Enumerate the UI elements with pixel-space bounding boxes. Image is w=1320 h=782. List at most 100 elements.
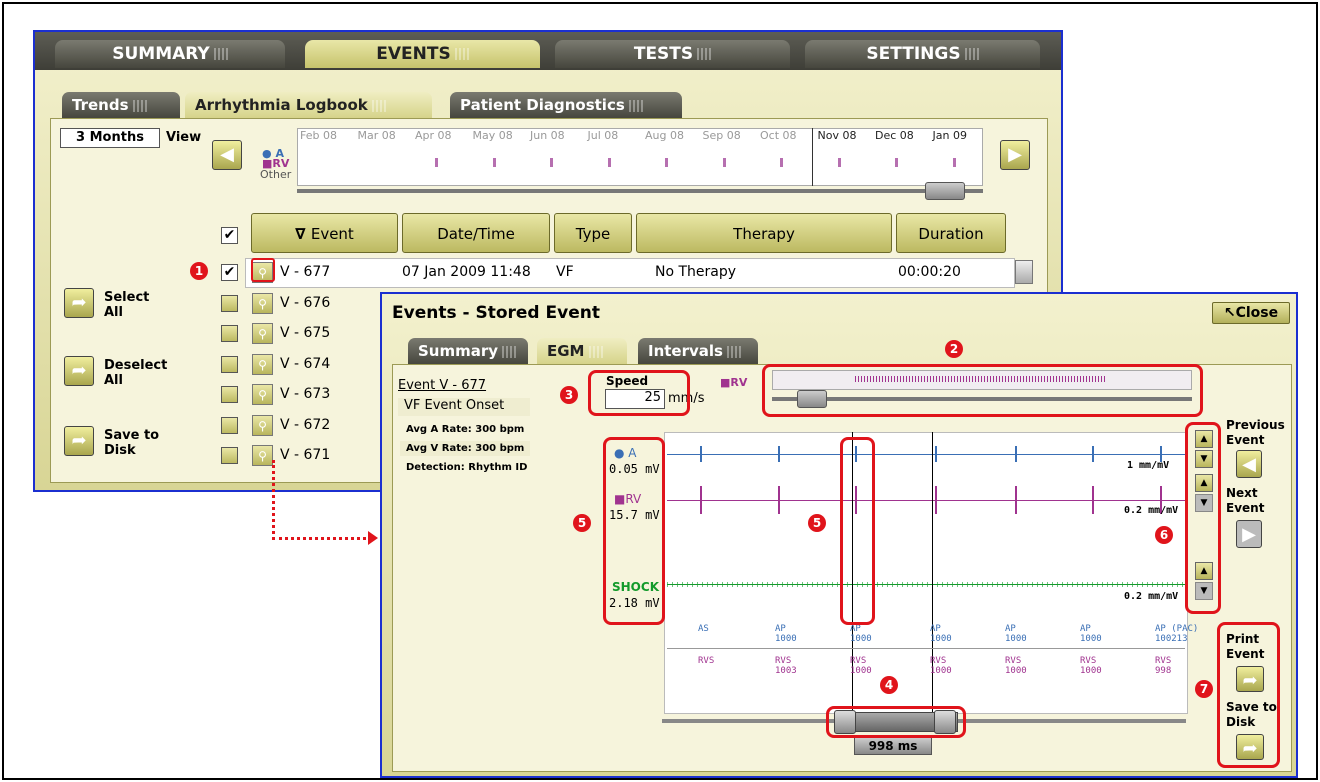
close-button[interactable]: ↖Close (1212, 302, 1290, 324)
magnifier-icon[interactable]: ⚲ (252, 353, 273, 375)
tab-settings[interactable]: SETTINGS (805, 40, 1040, 68)
egm-spike (1015, 486, 1017, 514)
timeline-month: Aug 08 (645, 129, 684, 142)
atrial-marker: AP 1000 (775, 624, 797, 644)
detail-avg-v: Avg V Rate: 300 bpm (400, 441, 530, 456)
trace-a (667, 454, 1185, 455)
col-type[interactable]: Type (554, 213, 632, 253)
side-button-label: Save to Disk (104, 428, 160, 458)
col-event[interactable]: ∇ Event (251, 213, 398, 253)
egm-spike (700, 446, 702, 462)
detail-avg-a: Avg A Rate: 300 bpm (406, 424, 525, 435)
ventricular-marker: RVS (698, 656, 715, 666)
row-event-id: V - 672 (280, 416, 331, 433)
timeline-prev-button[interactable]: ◀ (212, 140, 242, 170)
callout-box-7 (1217, 622, 1280, 768)
timeline-legend-other: Other (260, 168, 292, 181)
egm-spike (778, 446, 780, 462)
scale-rv: 0.2 mm/mV (1124, 505, 1179, 516)
callout-badge-2: 2 (945, 340, 963, 358)
first-row-therapy: No Therapy (655, 264, 737, 280)
timeline-slider-handle[interactable] (925, 182, 965, 200)
row-checkbox[interactable] (221, 355, 238, 373)
next-event-button[interactable]: ▶ (1236, 520, 1262, 548)
view-label: View (166, 130, 202, 145)
row-checkbox[interactable] (221, 294, 238, 312)
side-button-label: Deselect All (104, 358, 168, 388)
row-checkbox[interactable] (221, 416, 238, 434)
callout-badge-5b: 5 (808, 514, 826, 532)
timeline-month: Nov 08 (817, 129, 857, 142)
row-checkbox[interactable]: ✔ (221, 264, 238, 281)
timeline-slider-track[interactable] (297, 189, 983, 193)
caliper-readout: 998 ms (854, 737, 932, 755)
ventricular-marker: RVS 1000 (930, 656, 952, 676)
ventricular-marker: RVS 1000 (1080, 656, 1102, 676)
marker-axis (667, 648, 1185, 649)
timeline-month: Dec 08 (875, 129, 914, 142)
timeline-event-mark (435, 158, 438, 167)
magnifier-icon[interactable]: ⚲ (252, 323, 273, 344)
event-link[interactable]: Event V - 677 (398, 378, 486, 393)
ventricular-marker: RVS 1003 (775, 656, 797, 676)
timeline-event-mark (665, 158, 668, 167)
chevron-left-icon: ◀ (220, 144, 234, 165)
magnifier-icon[interactable]: ⚲ (252, 384, 273, 405)
row-checkbox[interactable] (221, 447, 238, 464)
egm-spike (1015, 446, 1017, 462)
ventricular-marker: RVS 1000 (850, 656, 872, 676)
egm-spike (700, 486, 702, 514)
timeline-event-mark (837, 158, 841, 167)
prev-event-button[interactable]: ◀ (1236, 450, 1262, 478)
egm-spike (935, 446, 937, 462)
dialog-tab-egm[interactable]: EGM (537, 338, 627, 364)
egm-spike (1092, 446, 1094, 462)
ventricular-marker: RVS 998 (1155, 656, 1172, 676)
row-event-id: V - 674 (280, 355, 331, 372)
subtab-patient-diagnostics[interactable]: Patient Diagnostics (450, 92, 682, 118)
col-therapy[interactable]: Therapy (636, 213, 892, 253)
row-event-id: V - 675 (280, 325, 331, 341)
arrow-right-icon: ➦ (71, 430, 87, 451)
range-select[interactable]: 3 Months (60, 128, 160, 148)
callout-badge-7: 7 (1195, 680, 1213, 698)
dialog-tab-intervals[interactable]: Intervals (638, 338, 758, 364)
save-to-disk-button[interactable]: ➦ (64, 426, 94, 456)
col-duration[interactable]: Duration (896, 213, 1006, 253)
egm-spike (778, 486, 780, 514)
atrial-marker: AP 1000 (930, 624, 952, 644)
dialog-tab-summary[interactable]: Summary (408, 338, 528, 364)
tab-tests[interactable]: TESTS (555, 40, 790, 68)
subtab-trends[interactable]: Trends (62, 92, 180, 118)
row-checkbox[interactable] (221, 386, 238, 403)
arrow-right-icon: ➦ (71, 360, 87, 381)
callout-box-5b (840, 437, 875, 625)
callout-badge-1: 1 (190, 262, 208, 280)
callout-box-5a (603, 437, 665, 625)
select-all-checkbox[interactable]: ✔ (221, 227, 238, 244)
magnifier-icon[interactable]: ⚲ (252, 414, 273, 436)
row-event-id: V - 671 (280, 447, 331, 463)
select-all-button[interactable]: ➦ (64, 288, 94, 318)
timeline-next-button[interactable]: ▶ (1000, 140, 1030, 170)
atrial-marker: AP 1000 (850, 624, 872, 644)
timeline-event-mark (607, 158, 611, 167)
row-checkbox[interactable] (221, 325, 238, 342)
table-scrollbar-up[interactable] (1015, 260, 1033, 284)
magnifier-icon[interactable]: ⚲ (252, 445, 273, 466)
first-row-duration: 00:00:20 (898, 264, 961, 280)
tab-events[interactable]: EVENTS (305, 40, 540, 68)
subtab-arrhythmia-logbook[interactable]: Arrhythmia Logbook (185, 92, 432, 118)
timeline-month: May 08 (472, 129, 513, 142)
magnifier-icon[interactable]: ⚲ (252, 292, 273, 314)
dialog-title: Events - Stored Event (392, 303, 600, 323)
chevron-left-icon: ◀ (1242, 454, 1256, 475)
row-event-id: V - 676 (280, 294, 331, 311)
timeline-month: Jul 08 (587, 129, 619, 142)
callout-box-1 (251, 258, 275, 282)
tab-summary[interactable]: SUMMARY (55, 40, 285, 68)
col-datetime[interactable]: Date/Time (402, 213, 550, 253)
callout-box-4 (826, 706, 966, 738)
deselect-all-button[interactable]: ➦ (64, 356, 94, 386)
callout-badge-5a: 5 (573, 514, 591, 532)
